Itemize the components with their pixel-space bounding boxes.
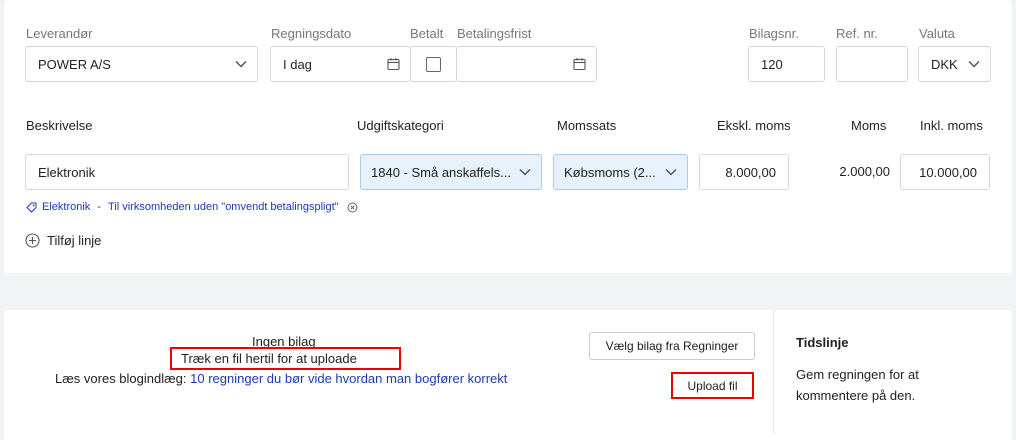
chevron-down-icon	[665, 168, 677, 176]
plus-circle-icon	[25, 233, 40, 248]
voucher-no-input[interactable]: 120	[748, 46, 825, 82]
header-incl-vat: Inkl. moms	[920, 118, 983, 133]
currency-select[interactable]: DKK	[918, 46, 991, 82]
vendor-select[interactable]: POWER A/S	[25, 46, 258, 82]
invoice-date-value: I dag	[283, 56, 312, 72]
upload-file-button[interactable]: Upload fil	[671, 372, 754, 399]
due-date-label: Betalingsfrist	[457, 26, 532, 41]
choose-from-bills-button[interactable]: Vælg bilag fra Regninger	[589, 332, 755, 360]
timeline-text-line1: Gem regningen for at	[796, 367, 919, 382]
line-incl-vat-value: 10.000,00	[919, 164, 977, 180]
add-line-label: Tilføj linje	[47, 233, 102, 248]
currency-value: DKK	[931, 56, 958, 72]
line-description-value: Elektronik	[38, 164, 96, 180]
chevron-down-icon	[519, 168, 531, 176]
vendor-value: POWER A/S	[38, 56, 111, 72]
voucher-no-label: Bilagsnr.	[749, 26, 799, 41]
add-line-button[interactable]: Tilføj linje	[25, 233, 101, 248]
line-tag: Elektronik - Til virksomheden uden "omve…	[26, 201, 358, 213]
calendar-icon[interactable]	[573, 58, 586, 71]
voucher-no-value: 120	[761, 56, 783, 72]
line-vat-rate-value: Købsmoms (2...	[564, 164, 656, 180]
tag-name-link[interactable]: Elektronik	[42, 201, 90, 213]
line-description-input[interactable]: Elektronik	[25, 154, 349, 190]
chevron-down-icon	[235, 60, 247, 68]
due-date-input[interactable]	[456, 46, 597, 82]
line-category-select[interactable]: 1840 - Små anskaffels...	[360, 154, 542, 190]
currency-label: Valuta	[919, 26, 955, 41]
invoice-date-input[interactable]: I dag	[270, 46, 411, 82]
paid-checkbox[interactable]	[426, 56, 441, 72]
line-incl-vat-input[interactable]: 10.000,00	[900, 154, 990, 190]
close-circle-icon[interactable]	[347, 202, 358, 213]
timeline-divider	[773, 310, 774, 434]
line-excl-vat-input[interactable]: 8.000,00	[699, 154, 789, 190]
header-vat: Moms	[851, 118, 887, 133]
header-vat-rate: Momssats	[557, 118, 617, 133]
ref-no-label: Ref. nr.	[836, 26, 878, 41]
timeline-title: Tidslinje	[796, 335, 849, 350]
header-category: Udgiftskategori	[357, 118, 444, 133]
vendor-label: Leverandør	[26, 26, 93, 41]
calendar-icon[interactable]	[387, 58, 400, 71]
tag-icon	[26, 202, 37, 213]
upload-file-label: Upload fil	[687, 378, 738, 393]
paid-label: Betalt	[410, 26, 444, 41]
line-vat-rate-select[interactable]: Købsmoms (2...	[553, 154, 688, 190]
chevron-down-icon	[968, 60, 980, 68]
blog-link[interactable]: 10 regninger du bør vide hvordan man bog…	[190, 371, 507, 386]
line-category-value: 1840 - Små anskaffels...	[371, 164, 511, 180]
tag-text-link[interactable]: Til virksomheden uden "omvendt betalings…	[108, 201, 339, 213]
header-description: Beskrivelse	[26, 118, 93, 133]
tag-separator: -	[97, 201, 101, 213]
invoice-date-label: Regningsdato	[271, 26, 352, 41]
header-excl-vat: Ekskl. moms	[717, 118, 791, 133]
blog-prefix: Læs vores blogindlæg:	[55, 371, 187, 386]
timeline-text-line2: kommentere på den.	[796, 388, 916, 403]
drag-hint-text: Træk en fil hertil for at uploade	[181, 351, 357, 366]
line-vat-value: 2.000,00	[839, 164, 890, 179]
paid-cell	[410, 46, 457, 82]
ref-no-input[interactable]	[836, 46, 908, 82]
line-excl-vat-value: 8.000,00	[725, 164, 776, 180]
blog-line: Læs vores blogindlæg: 10 regninger du bø…	[55, 371, 507, 386]
